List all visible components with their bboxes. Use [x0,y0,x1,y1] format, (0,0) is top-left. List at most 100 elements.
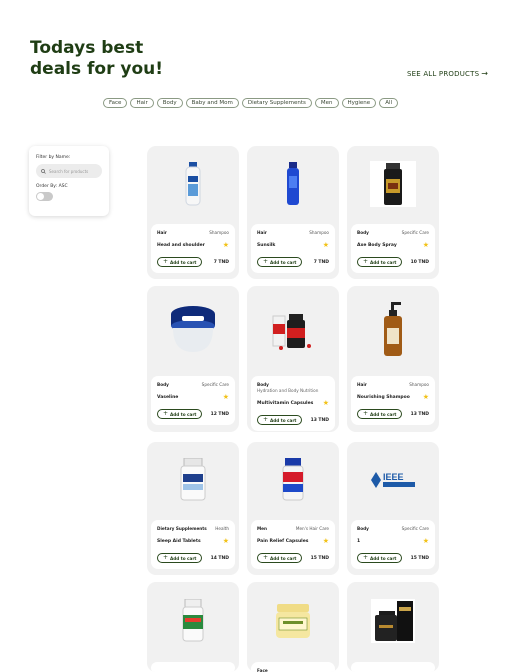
chip-face[interactable]: Face [103,98,128,108]
product-name: Sunsilk [257,243,276,248]
see-all-products-link[interactable]: SEE ALL PRODUCTS → [407,69,488,78]
product-image[interactable] [247,286,339,374]
product-card[interactable]: Body Specific Care Vaseline ★ + Add to cart 12… [147,286,239,432]
product-card[interactable]: Men Men's Hair Care Pain Relief Capsules ★ +… [247,442,339,575]
product-category: Men [257,526,267,531]
star-icon[interactable]: ★ [323,538,329,545]
filter-panel: Filter by Name: Order By: ASC [29,146,109,216]
search-box[interactable] [36,164,102,178]
add-to-cart-button[interactable]: + Add to cart [257,415,303,425]
product-card[interactable]: Hair Shampoo Head and shoulder ★ + Add to car… [147,146,239,279]
product-action-row: + Add to cart 15 TND [257,553,329,563]
plus-icon: + [363,410,369,417]
product-type: Shampoo [209,230,229,235]
add-to-cart-button[interactable]: + Add to cart [257,553,303,563]
add-to-cart-label: Add to cart [170,259,197,265]
product-type: Shampoo [309,230,329,235]
add-to-cart-button[interactable]: + Add to cart [357,553,403,563]
product-image[interactable] [347,286,439,374]
white-pill-bottle-icon [180,458,206,501]
product-card[interactable]: Hair Shampoo Nourishing Shampoo ★ + Add to ca… [347,286,439,432]
star-icon[interactable]: ★ [423,394,429,401]
add-to-cart-label: Add to cart [270,417,297,423]
product-info: Men Men's Hair Care Pain Relief Capsules ★ +… [251,520,335,569]
product-name: Vaseline [157,395,179,400]
star-icon[interactable]: ★ [223,394,229,401]
product-type: Specific Care [201,382,229,387]
product-card[interactable]: Face [247,582,339,672]
add-to-cart-label: Add to cart [170,411,197,417]
product-image[interactable] [247,146,339,222]
product-info: Body Specific Care Vaseline ★ + Add to cart 12… [151,376,235,425]
blue-red-pill-bottle-icon [282,458,304,501]
chip-men[interactable]: Men [314,98,339,108]
black-body-spray-can-icon [370,161,416,207]
add-to-cart-button[interactable]: + Add to cart [357,409,403,419]
add-to-cart-button[interactable]: + Add to cart [257,257,303,267]
product-price: 13 TND [410,411,429,417]
product-category: Hair [157,230,167,235]
product-action-row: + Add to cart 15 TND [357,553,429,563]
product-action-row: + Add to cart 13 TND [257,415,329,425]
product-image[interactable] [147,582,239,660]
product-name-row: 1 ★ [357,538,429,545]
add-to-cart-button[interactable]: + Add to cart [157,409,203,419]
product-meta-row: Body Specific Care [357,230,429,235]
star-icon[interactable]: ★ [423,538,429,545]
product-meta-row: Body Specific Care [357,526,429,531]
add-to-cart-button[interactable]: + Add to cart [357,257,403,267]
add-to-cart-label: Add to cart [370,259,397,265]
product-price: 7 TND [213,259,229,265]
product-name: 1 [357,539,361,544]
product-image[interactable] [347,582,439,660]
add-to-cart-button[interactable]: + Add to cart [157,257,203,267]
product-card[interactable]: Hair Shampoo Sunsilk ★ + Add to cart 7 TND [247,146,339,279]
search-icon [41,168,46,174]
product-card[interactable] [347,582,439,672]
product-image[interactable] [247,582,339,660]
star-icon[interactable]: ★ [323,400,329,407]
product-action-row: + Add to cart 7 TND [157,257,229,267]
product-image[interactable] [347,146,439,222]
product-card[interactable]: IEEE Body Specific Care 1 ★ + Add to cart 15 TN… [347,442,439,575]
star-icon[interactable]: ★ [223,538,229,545]
product-category: Hair [357,382,367,387]
arrow-right-icon: → [481,69,489,78]
filter-name-label: Filter by Name: [36,155,71,160]
product-card[interactable] [147,582,239,672]
chip-baby-and-mom[interactable]: Baby and Mom [185,98,239,108]
plus-icon: + [263,416,269,423]
add-to-cart-button[interactable]: + Add to cart [157,553,203,563]
search-input[interactable] [49,168,99,174]
product-name-row: Axe Body Spray ★ [357,242,429,249]
product-image[interactable] [147,146,239,222]
product-card[interactable]: Body Hydration and Body Nutrition Multivit… [247,286,339,432]
product-type: Specific Care [401,230,429,235]
product-card[interactable]: Dietary Supplements Health Sleep Aid Table… [147,442,239,575]
toggle-knob [37,193,44,200]
order-toggle[interactable] [36,192,53,201]
product-image[interactable] [147,286,239,374]
product-type: Specific Care [401,526,429,531]
product-card[interactable]: Body Specific Care Axe Body Spray ★ + Add to … [347,146,439,279]
product-category: Hair [257,230,267,235]
star-icon[interactable]: ★ [223,242,229,249]
product-image[interactable] [147,442,239,518]
chip-body[interactable]: Body [156,98,183,108]
add-to-cart-label: Add to cart [370,411,397,417]
order-by-label: Order By: ASC [36,184,68,189]
chip-dietary-supplements[interactable]: Dietary Supplements [241,98,312,108]
chip-all[interactable]: All [379,98,399,108]
star-icon[interactable]: ★ [323,242,329,249]
add-to-cart-label: Add to cart [370,555,397,561]
chip-hygiene[interactable]: Hygiene [341,98,377,108]
product-image[interactable] [247,442,339,518]
product-meta-row: Hair Shampoo [157,230,229,235]
product-image[interactable]: IEEE [347,442,439,518]
star-icon[interactable]: ★ [423,242,429,249]
product-info: Hair Shampoo Sunsilk ★ + Add to cart 7 TND [251,224,335,273]
chip-hair[interactable]: Hair [130,98,154,108]
black-perfume-box-icon [371,599,415,643]
product-price: 15 TND [410,555,429,561]
product-info [351,662,435,672]
